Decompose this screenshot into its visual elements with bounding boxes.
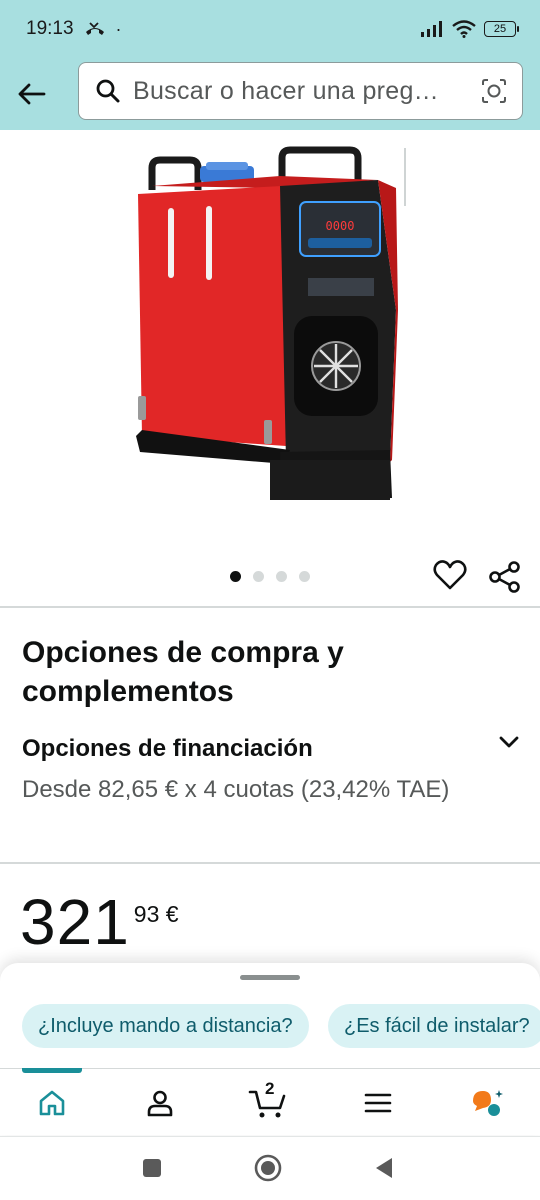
signal-icon [421,21,442,37]
search-placeholder: Buscar o hacer una preg… [133,76,439,105]
nav-home[interactable] [27,1081,77,1125]
financing-options-title[interactable]: Opciones de financiación [22,735,313,763]
active-tab-indicator [22,1068,82,1073]
triangle-back-icon [376,1158,392,1178]
wifi-icon [452,20,476,38]
camera-lens-icon[interactable] [480,77,508,105]
wishlist-heart-button[interactable] [432,557,468,593]
section-divider [0,862,540,864]
recent-apps-button[interactable] [137,1153,167,1183]
svg-text:0000: 0000 [326,219,355,233]
status-bar: 19:13 · 25 [0,0,540,58]
search-header: Buscar o hacer una preg… [0,58,540,130]
section-divider [0,606,540,608]
battery-icon: 25 [484,21,519,37]
home-system-button[interactable] [253,1153,283,1183]
hamburger-menu-icon [364,1093,392,1113]
purchase-options-title: Opciones de compra y complementos [22,636,344,708]
heater-product-illustration: 0000 [136,146,398,500]
product-image[interactable]: 0000 [0,130,540,550]
carousel-dot[interactable] [253,571,264,582]
suggestion-chip-remote[interactable]: ¿Incluye mando a distancia? [22,1004,309,1048]
battery-level: 25 [493,23,507,35]
bottom-sheet: ¿Incluye mando a distancia? ¿Es fácil de… [0,963,540,1135]
product-price: 321 93 € [20,885,179,959]
cart-count-badge: 2 [265,1079,275,1098]
search-icon [96,79,120,103]
image-scroll-hint [404,148,406,206]
heart-icon [433,560,467,590]
circle-home-icon [254,1154,282,1182]
back-arrow-icon [18,83,46,105]
rufus-assistant-icon [473,1090,503,1116]
android-navigation-bar [0,1136,540,1200]
carousel-dot[interactable] [230,571,241,582]
nav-cart[interactable]: 2 [243,1079,293,1125]
share-icon [489,561,520,593]
carousel-dot[interactable] [299,571,310,582]
sheet-grabber-handle[interactable] [240,975,300,980]
notification-dot-icon: · [115,18,122,39]
nav-menu[interactable] [353,1081,403,1125]
chevron-down-icon[interactable] [495,728,523,756]
square-icon [143,1159,161,1177]
status-time: 19:13 [26,18,74,39]
back-button[interactable] [0,63,62,125]
nav-account[interactable] [135,1081,185,1125]
image-carousel-dots[interactable] [230,571,310,582]
search-input[interactable]: Buscar o hacer una preg… [78,62,523,120]
missed-call-icon [85,22,104,35]
price-fraction: 93 € [133,901,179,927]
person-icon [147,1090,173,1117]
price-whole: 321 [20,886,130,958]
share-button[interactable] [488,560,522,594]
home-icon [39,1090,65,1116]
financing-details-text: Desde 82,65 € x 4 cuotas (23,42% TAE) [22,776,450,803]
suggestion-chip-install[interactable]: ¿Es fácil de instalar? [328,1004,540,1048]
system-back-button[interactable] [369,1153,399,1183]
carousel-dot[interactable] [276,571,287,582]
nav-assistant[interactable] [462,1081,512,1125]
